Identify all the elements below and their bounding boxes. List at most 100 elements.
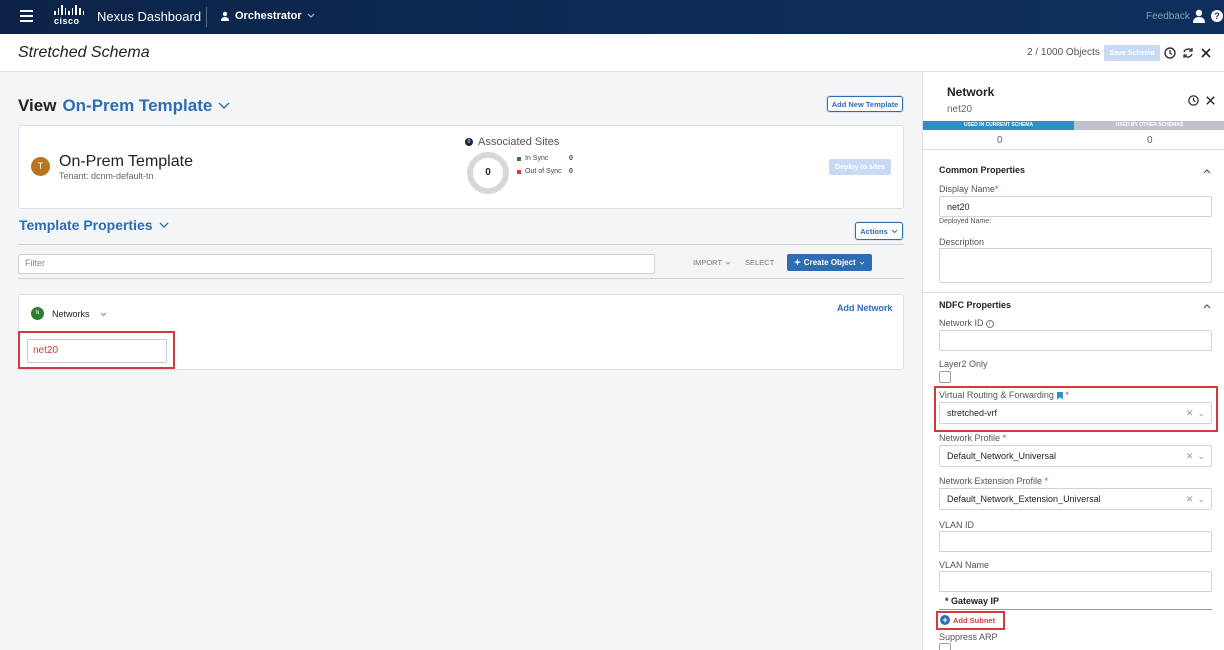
view-prefix: View bbox=[18, 96, 57, 115]
tab-used-by-other-schemas[interactable]: USED BY OTHER SCHEMAS bbox=[1074, 121, 1224, 130]
vrf-select[interactable]: stretched-vrf ✕ ⌄ bbox=[939, 402, 1212, 424]
close-icon[interactable] bbox=[1204, 94, 1217, 107]
template-properties-title[interactable]: Template Properties bbox=[19, 217, 169, 233]
divider bbox=[18, 244, 904, 245]
chevron-down-icon[interactable] bbox=[218, 102, 230, 110]
vlan-name-field[interactable] bbox=[939, 571, 1212, 592]
in-sync-value: 0 bbox=[569, 155, 573, 162]
template-properties-label: Template Properties bbox=[19, 217, 153, 233]
select-button[interactable]: SELECT bbox=[745, 258, 774, 267]
chevron-down-icon bbox=[307, 13, 315, 18]
chevron-up-icon[interactable] bbox=[1203, 302, 1211, 310]
panel-subtitle: net20 bbox=[947, 104, 973, 115]
clear-icon[interactable]: ✕ bbox=[1186, 451, 1194, 462]
out-of-sync-label: Out of Sync bbox=[525, 168, 562, 175]
vlan-name-label: VLAN Name bbox=[939, 560, 990, 570]
common-properties-title: Common Properties bbox=[939, 165, 1026, 175]
tenant-label: Tenant: dcnm-default-tn bbox=[59, 171, 154, 181]
panel-title: Network bbox=[947, 85, 995, 99]
deploy-to-sites-button[interactable]: Deploy to sites bbox=[829, 159, 891, 175]
menu-icon[interactable] bbox=[20, 10, 33, 22]
template-selector[interactable]: On-Prem Template bbox=[62, 96, 212, 116]
chevron-down-icon[interactable]: ⌄ bbox=[1197, 451, 1205, 462]
chevron-down-icon bbox=[100, 312, 106, 316]
network-extension-profile-value: Default_Network_Extension_Universal bbox=[947, 494, 1101, 504]
page-header: Stretched Schema 2 / 1000 Objects Save S… bbox=[0, 34, 1224, 72]
out-of-sync-indicator bbox=[517, 169, 521, 174]
divider bbox=[939, 609, 1212, 610]
networks-avatar: N bbox=[31, 307, 44, 320]
plus-circle-icon: + bbox=[940, 615, 950, 625]
add-network-link[interactable]: Add Network bbox=[837, 303, 893, 313]
top-bar: cisco Nexus Dashboard Orchestrator Feedb… bbox=[0, 0, 1224, 34]
suppress-arp-checkbox[interactable] bbox=[939, 643, 951, 650]
networks-label: Networks bbox=[52, 309, 90, 319]
create-object-label: Create Object bbox=[803, 258, 856, 267]
network-profile-value: Default_Network_Universal bbox=[947, 451, 1057, 461]
divider bbox=[206, 7, 207, 27]
info-icon[interactable]: i bbox=[985, 319, 994, 328]
save-schema-button[interactable]: Save Schema bbox=[1104, 45, 1160, 61]
clear-icon[interactable]: ✕ bbox=[1186, 408, 1194, 419]
object-count: 2 / 1000 Objects bbox=[1027, 47, 1100, 58]
tab-used-in-current-schema[interactable]: USED IN CURRENT SCHEMA bbox=[923, 121, 1074, 130]
other-schemas-count: 0 bbox=[1147, 135, 1153, 146]
suppress-arp-label: Suppress ARP bbox=[939, 632, 998, 642]
vlan-id-label: VLAN ID bbox=[939, 520, 975, 530]
actions-button[interactable]: Actions bbox=[855, 222, 903, 240]
chevron-up-icon[interactable] bbox=[1203, 167, 1211, 175]
service-selector[interactable]: Orchestrator bbox=[220, 10, 315, 22]
display-name-field[interactable]: net20 bbox=[939, 196, 1212, 217]
filter-input[interactable]: Filter bbox=[18, 254, 655, 274]
sites-donut: 0 bbox=[467, 152, 509, 194]
plus-icon: + bbox=[794, 256, 801, 269]
network-extension-profile-label: Network Extension Profile * bbox=[939, 476, 1049, 486]
ndfc-properties-title: NDFC Properties bbox=[939, 300, 1012, 310]
close-icon[interactable] bbox=[1199, 46, 1213, 60]
vlan-id-field[interactable] bbox=[939, 531, 1212, 552]
user-icon[interactable] bbox=[1193, 9, 1205, 23]
template-avatar: T bbox=[31, 157, 50, 176]
add-subnet-label: Add Subnet bbox=[953, 615, 996, 625]
chevron-down-icon[interactable]: ⌄ bbox=[1197, 408, 1205, 419]
network-profile-label: Network Profile * bbox=[939, 433, 1007, 443]
history-icon[interactable] bbox=[1187, 94, 1200, 107]
out-of-sync-row: Out of Sync 0 bbox=[517, 168, 573, 175]
network-profile-select[interactable]: Default_Network_Universal ✕ ⌄ bbox=[939, 445, 1212, 467]
layer2-only-checkbox[interactable] bbox=[939, 371, 951, 383]
cisco-logo: cisco bbox=[54, 5, 85, 27]
refresh-icon[interactable] bbox=[1181, 46, 1195, 60]
network-id-field[interactable] bbox=[939, 330, 1212, 351]
associated-sites-title: Associated Sites bbox=[478, 136, 560, 148]
bookmark-icon bbox=[1056, 391, 1063, 400]
feedback-link[interactable]: Feedback bbox=[1146, 11, 1190, 22]
add-subnet-button[interactable]: + Add Subnet bbox=[940, 615, 995, 625]
add-new-template-button[interactable]: Add New Template bbox=[827, 96, 903, 112]
page-title: Stretched Schema bbox=[18, 44, 150, 61]
divider bbox=[18, 278, 904, 279]
divider bbox=[923, 292, 1224, 293]
layer2-only-label: Layer2 Only bbox=[939, 359, 988, 369]
create-object-button[interactable]: + Create Object bbox=[787, 254, 872, 271]
network-properties-panel: Network net20 USED IN CURRENT SCHEMA USE… bbox=[922, 72, 1224, 650]
help-icon[interactable]: ? bbox=[1211, 10, 1223, 22]
actions-label: Actions bbox=[860, 226, 888, 236]
chevron-down-icon bbox=[725, 261, 731, 265]
in-sync-row: In Sync 0 bbox=[517, 155, 573, 162]
vrf-value: stretched-vrf bbox=[947, 408, 998, 418]
service-label: Orchestrator bbox=[235, 10, 302, 22]
description-field[interactable] bbox=[939, 248, 1212, 283]
clear-icon[interactable]: ✕ bbox=[1186, 494, 1194, 505]
chevron-down-icon[interactable]: ⌄ bbox=[1197, 494, 1205, 505]
network-extension-profile-select[interactable]: Default_Network_Extension_Universal ✕ ⌄ bbox=[939, 488, 1212, 510]
history-icon[interactable] bbox=[1163, 46, 1177, 60]
networks-header[interactable]: Networks bbox=[52, 309, 107, 319]
vrf-label: Virtual Routing & Forwarding * bbox=[939, 390, 1069, 400]
network-item-net20[interactable]: net20 bbox=[27, 339, 167, 363]
import-button[interactable]: IMPORT bbox=[693, 258, 731, 267]
network-id-label: Network ID i bbox=[939, 318, 994, 328]
template-name: On-Prem Template bbox=[59, 153, 193, 170]
chevron-down-icon bbox=[159, 222, 169, 228]
service-user-icon bbox=[221, 11, 229, 21]
chevron-down-icon bbox=[891, 229, 898, 233]
